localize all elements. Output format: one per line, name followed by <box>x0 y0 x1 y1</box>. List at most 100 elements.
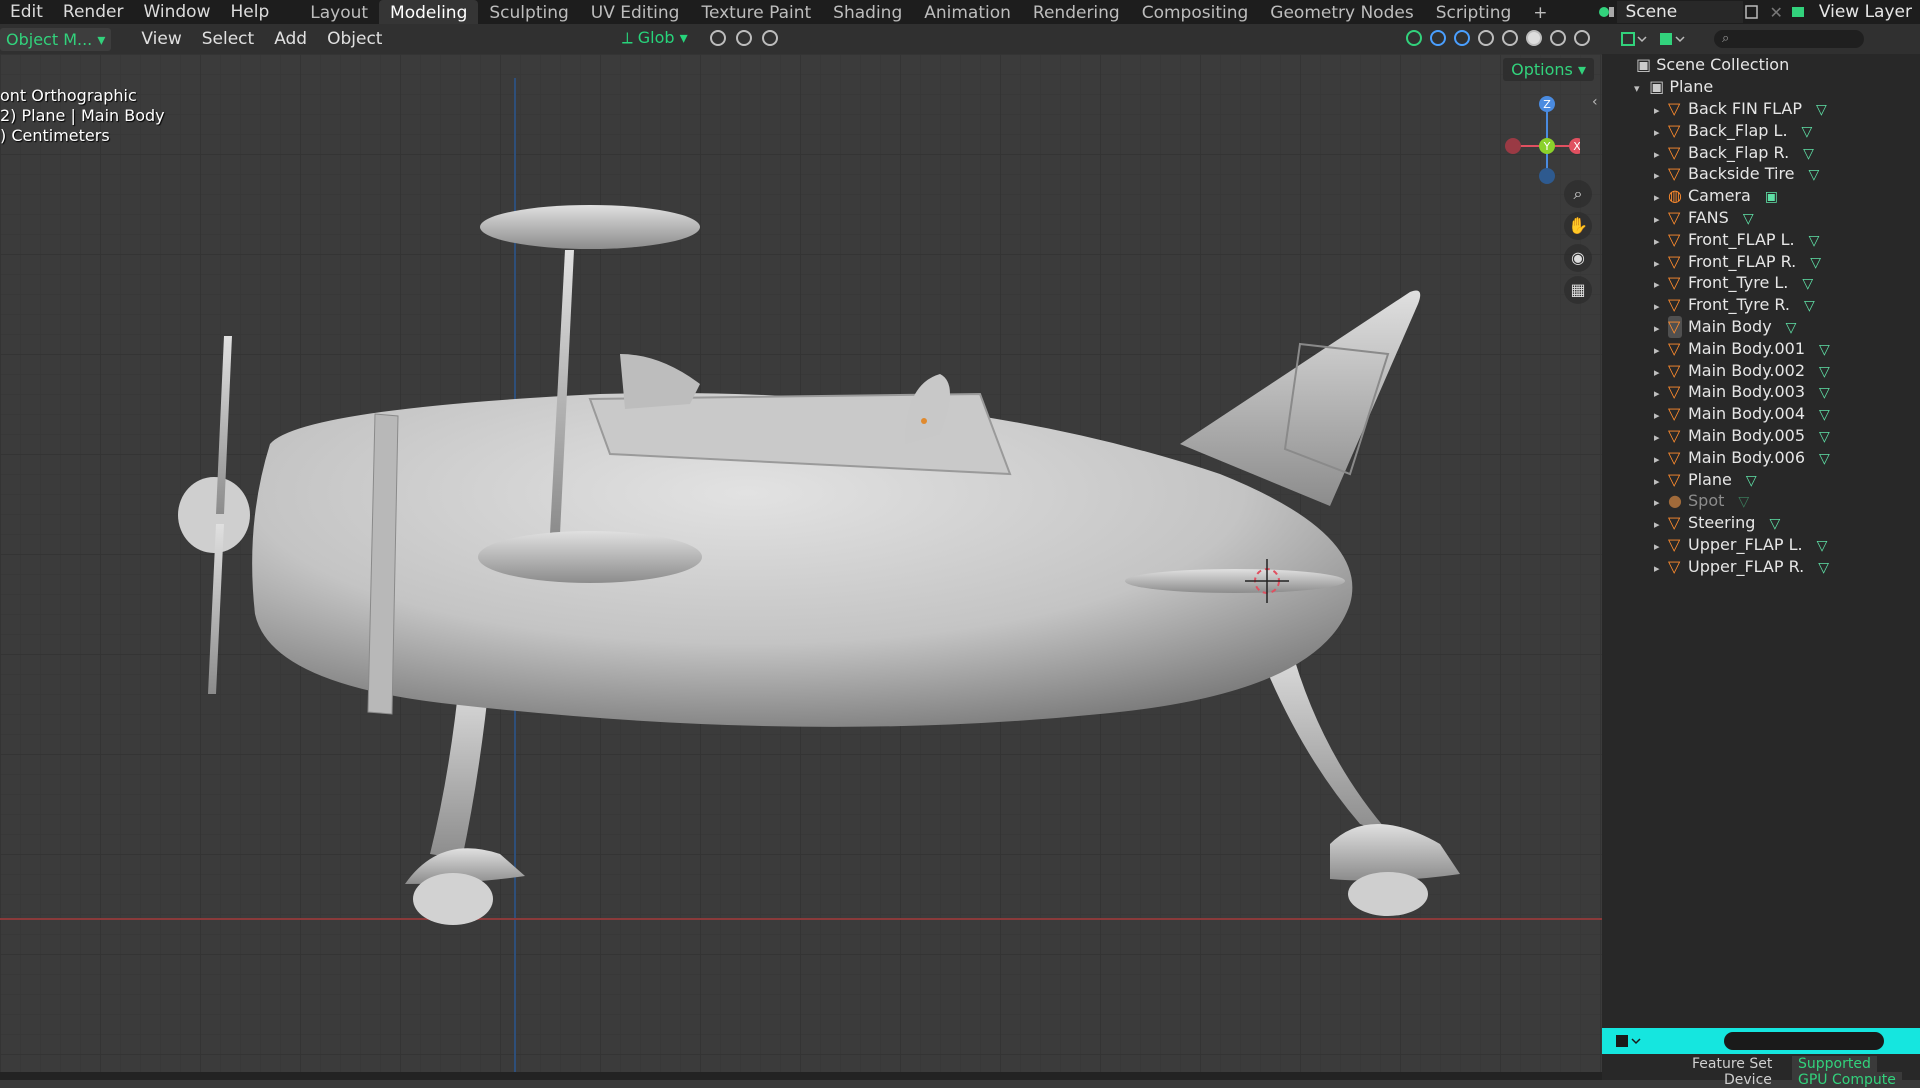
expand-arrow-icon[interactable]: ▸ <box>1654 383 1664 405</box>
outliner-item[interactable]: ▸ ▽ Front_FLAP R. ▽ <box>1654 251 1821 273</box>
outliner-item[interactable]: ▸ ▽ FANS ▽ <box>1654 207 1754 229</box>
mesh-vertex-icon[interactable]: ▽ <box>1743 208 1754 230</box>
outliner-item[interactable]: ▸ ● Spot ▽ <box>1654 490 1749 512</box>
mesh-vertex-icon[interactable]: ▽ <box>1786 317 1797 339</box>
outliner-item[interactable]: ▸ ▽ Backside Tire ▽ <box>1654 163 1819 185</box>
add-workspace-button[interactable]: + <box>1522 0 1558 24</box>
outliner-item[interactable]: ▸ ▽ Main Body.006 ▽ <box>1654 447 1830 469</box>
outliner-item[interactable]: ▸ ▽ Main Body.005 ▽ <box>1654 425 1830 447</box>
view-layer-selector[interactable]: View Layer <box>1811 1 1920 23</box>
mesh-vertex-icon[interactable]: ▽ <box>1810 252 1821 274</box>
tab-layout[interactable]: Layout <box>299 0 379 24</box>
mesh-vertex-icon[interactable]: ▽ <box>1746 470 1757 492</box>
menu-add[interactable]: Add <box>264 29 317 49</box>
mesh-vertex-icon[interactable]: ▽ <box>1819 361 1830 383</box>
mesh-vertex-icon[interactable]: ▽ <box>1803 143 1814 165</box>
menu-help[interactable]: Help <box>220 2 279 22</box>
xray-icon[interactable] <box>1478 30 1494 46</box>
tab-modeling[interactable]: Modeling <box>379 0 479 24</box>
outliner-item[interactable]: ▸ ▽ Upper_FLAP R. ▽ <box>1654 556 1829 578</box>
tab-scripting[interactable]: Scripting <box>1425 0 1523 24</box>
expand-arrow-icon[interactable]: ▸ <box>1654 231 1664 253</box>
outliner-search-input[interactable]: ⌕ <box>1714 30 1864 48</box>
menu-select[interactable]: Select <box>192 29 264 49</box>
device-dropdown[interactable]: GPU Compute <box>1792 1072 1902 1088</box>
solid-shading-icon[interactable] <box>1526 30 1542 46</box>
overlay-icon[interactable] <box>1454 30 1470 46</box>
outliner-item[interactable]: ▸ ▽ Back FIN FLAP ▽ <box>1654 98 1827 120</box>
tab-uv-editing[interactable]: UV Editing <box>580 0 691 24</box>
tab-animation[interactable]: Animation <box>913 0 1022 24</box>
outliner-item[interactable]: ▸ ▽ Plane ▽ <box>1654 469 1757 491</box>
expand-arrow-icon[interactable]: ▸ <box>1654 558 1664 580</box>
visibility-icon[interactable] <box>1406 30 1422 46</box>
mesh-vertex-icon[interactable]: ▽ <box>1769 513 1780 535</box>
close-scene-icon[interactable]: ✕ <box>1769 3 1782 22</box>
outliner-item[interactable]: ▸ ▽ Steering ▽ <box>1654 512 1780 534</box>
expand-arrow-icon[interactable]: ▾ <box>1634 78 1644 100</box>
outliner-item[interactable]: ▸ ◍ Camera ▣ <box>1654 185 1778 207</box>
snap-icon[interactable] <box>736 30 752 46</box>
expand-arrow-icon[interactable]: ▸ <box>1654 471 1664 493</box>
mesh-vertex-icon[interactable]: ▽ <box>1804 295 1815 317</box>
expand-arrow-icon[interactable]: ▸ <box>1654 362 1664 384</box>
mesh-vertex-icon[interactable]: ▽ <box>1819 448 1830 470</box>
lower-wing[interactable] <box>478 531 702 583</box>
mesh-vertex-icon[interactable]: ▽ <box>1819 339 1830 361</box>
outliner-item[interactable]: ▸ ▽ Back_Flap R. ▽ <box>1654 142 1814 164</box>
scene-selector[interactable]: Scene <box>1617 1 1744 23</box>
scene-collection-row[interactable]: ▣ Scene Collection <box>1636 54 1789 76</box>
editor-type-icon[interactable] <box>1614 1032 1644 1050</box>
mesh-vertex-icon[interactable]: ▽ <box>1818 557 1829 579</box>
outliner-item[interactable]: ▸ ▽ Main Body.003 ▽ <box>1654 381 1830 403</box>
new-scene-icon[interactable] <box>1743 3 1763 21</box>
expand-arrow-icon[interactable]: ▸ <box>1654 449 1664 471</box>
pivot-icon[interactable] <box>710 30 726 46</box>
feature-set-dropdown[interactable]: Supported <box>1792 1056 1877 1072</box>
tab-texture-paint[interactable]: Texture Paint <box>690 0 822 24</box>
outliner-item[interactable]: ▸ ▽ Main Body.001 ▽ <box>1654 338 1830 360</box>
expand-arrow-icon[interactable]: ▸ <box>1654 122 1664 144</box>
expand-arrow-icon[interactable]: ▸ <box>1654 165 1664 187</box>
mesh-vertex-icon[interactable]: ▽ <box>1819 382 1830 404</box>
scene-icon[interactable] <box>1595 3 1617 21</box>
tab-shading[interactable]: Shading <box>822 0 913 24</box>
expand-arrow-icon[interactable]: ▸ <box>1654 209 1664 231</box>
material-shading-icon[interactable] <box>1550 30 1566 46</box>
expand-arrow-icon[interactable]: ▸ <box>1654 274 1664 296</box>
tab-sculpting[interactable]: Sculpting <box>478 0 579 24</box>
outliner-item[interactable]: ▸ ▽ Upper_FLAP L. ▽ <box>1654 534 1827 556</box>
transform-orientation-dropdown[interactable]: ⟂ Glob ▾ <box>622 28 688 48</box>
propeller-spinner[interactable] <box>178 477 250 553</box>
outliner-item[interactable]: ▸ ▽ Back_Flap L. ▽ <box>1654 120 1812 142</box>
outliner-item[interactable]: ▸ ▽ Main Body.002 ▽ <box>1654 360 1830 382</box>
expand-arrow-icon[interactable]: ▸ <box>1654 144 1664 166</box>
mesh-vertex-icon[interactable]: ▽ <box>1809 230 1820 252</box>
windshield[interactable] <box>620 354 700 409</box>
backside-tire[interactable] <box>1348 872 1428 916</box>
camera-data-icon[interactable]: ▣ <box>1765 186 1778 208</box>
properties-search-input[interactable] <box>1724 1032 1884 1050</box>
light-data-icon[interactable]: ▽ <box>1738 491 1749 513</box>
3d-viewport[interactable]: ont Orthographic 2) Plane | Main Body ) … <box>0 54 1602 1080</box>
proportional-edit-icon[interactable] <box>762 30 778 46</box>
menu-window[interactable]: Window <box>133 2 220 22</box>
view-layer-icon[interactable] <box>1789 3 1811 21</box>
filter-icon[interactable] <box>1658 30 1688 48</box>
mesh-vertex-icon[interactable]: ▽ <box>1816 99 1827 121</box>
expand-arrow-icon[interactable]: ▸ <box>1654 253 1664 275</box>
expand-arrow-icon[interactable]: ▸ <box>1654 427 1664 449</box>
expand-arrow-icon[interactable]: ▸ <box>1654 514 1664 536</box>
menu-object[interactable]: Object <box>317 29 392 49</box>
menu-edit[interactable]: Edit <box>0 2 53 22</box>
expand-arrow-icon[interactable]: ▸ <box>1654 318 1664 340</box>
expand-arrow-icon[interactable]: ▸ <box>1654 340 1664 362</box>
rear-gear-fairing[interactable] <box>1330 824 1460 881</box>
mesh-vertex-icon[interactable]: ▽ <box>1802 121 1813 143</box>
expand-arrow-icon[interactable]: ▸ <box>1654 536 1664 558</box>
expand-arrow-icon[interactable]: ▸ <box>1654 405 1664 427</box>
menu-view[interactable]: View <box>131 29 191 49</box>
tab-compositing[interactable]: Compositing <box>1131 0 1260 24</box>
display-mode-icon[interactable] <box>1620 30 1650 48</box>
outliner-item[interactable]: ▸ ▽ Front_Tyre R. ▽ <box>1654 294 1815 316</box>
